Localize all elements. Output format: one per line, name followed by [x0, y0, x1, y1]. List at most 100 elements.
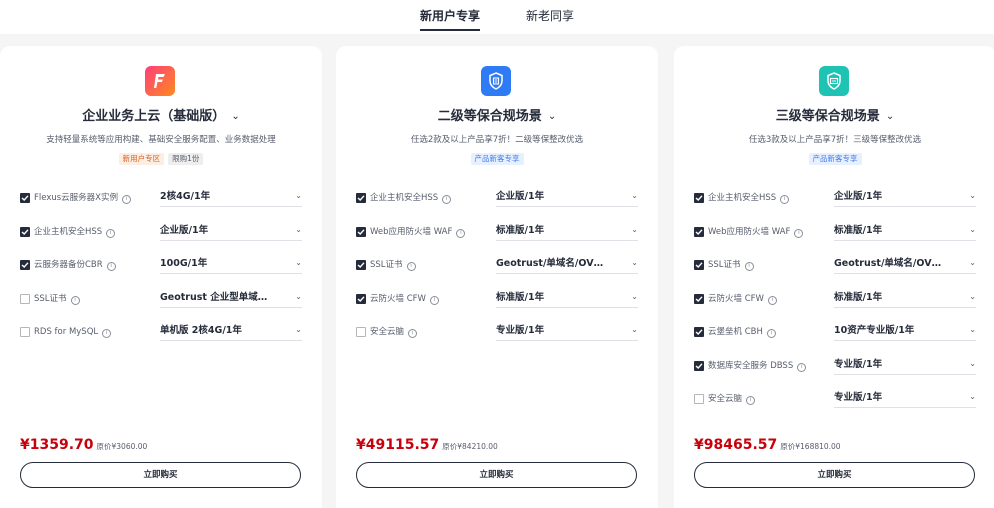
info-icon[interactable]: i: [406, 262, 416, 271]
spec-select[interactable]: 专业版/1年 ⌄: [834, 356, 976, 375]
info-icon[interactable]: i: [746, 396, 756, 405]
info-icon[interactable]: i: [794, 228, 804, 238]
product-checkbox[interactable]: [20, 260, 30, 270]
info-icon[interactable]: i: [70, 295, 80, 305]
chevron-down-icon[interactable]: ⌄: [548, 111, 556, 122]
info-icon[interactable]: i: [442, 195, 452, 204]
product-checkbox[interactable]: [694, 260, 704, 270]
spec-select-value: 标准版/1年: [834, 224, 883, 236]
chevron-down-icon: ⌄: [295, 258, 302, 267]
package-price: ¥1359.70: [20, 437, 94, 453]
package-title-text: 企业业务上云（基础版）: [82, 109, 226, 124]
spec-select[interactable]: 100G/1年 ⌄: [160, 255, 302, 274]
product-row: Flexus云服务器X实例 i 2核4G/1年 ⌄: [20, 186, 302, 220]
info-icon[interactable]: i: [102, 329, 112, 338]
package-description: 支持轻量系统等应用构建、基础安全服务配置、业务数据处理: [46, 135, 276, 145]
product-row: 企业主机安全HSS i 企业版/1年 ⌄: [356, 186, 638, 220]
product-checkbox[interactable]: [356, 260, 366, 270]
spec-select[interactable]: 企业版/1年 ⌄: [160, 222, 302, 241]
chevron-down-icon[interactable]: ⌄: [231, 111, 239, 122]
tab-all-users[interactable]: 新老同享: [526, 0, 574, 31]
spec-select[interactable]: Geotrust 企业型单域… ⌄: [160, 289, 302, 308]
spec-select[interactable]: 标准版/1年 ⌄: [834, 289, 976, 308]
spec-select[interactable]: 企业版/1年 ⌄: [496, 188, 638, 207]
info-icon[interactable]: i: [744, 262, 754, 271]
spec-select[interactable]: 企业版/1年 ⌄: [834, 188, 976, 207]
package-title[interactable]: 三级等保合规场景 ⌄: [674, 108, 994, 126]
spec-select-value: 专业版/1年: [496, 325, 545, 336]
product-label: 云服务器备份CBR i: [34, 258, 116, 272]
product-checkbox[interactable]: [694, 226, 704, 237]
info-icon[interactable]: i: [106, 262, 116, 271]
spec-select[interactable]: 标准版/1年 ⌄: [496, 222, 638, 241]
info-icon[interactable]: i: [106, 228, 116, 238]
product-checkbox[interactable]: [694, 360, 704, 371]
spec-select[interactable]: 标准版/1年 ⌄: [496, 289, 638, 308]
tag-purchase-limit: 限购1份: [168, 153, 204, 165]
product-checkbox[interactable]: [694, 193, 704, 203]
spec-select[interactable]: 单机版 2核4G/1年 ⌄: [160, 322, 302, 341]
product-list: Flexus云服务器X实例 i 2核4G/1年 ⌄ 企业主机安全HSS i 企业版/1…: [20, 186, 302, 354]
product-checkbox[interactable]: [694, 293, 704, 304]
package-description: 任选2款及以上产品享7折！二级等保整改优选: [410, 135, 584, 145]
product-row: Web应用防火墙 WAF i 标准版/1年 ⌄: [694, 220, 976, 254]
info-icon[interactable]: i: [122, 195, 132, 204]
spec-select[interactable]: Geotrust/单域名/OV… ⌄: [496, 255, 638, 274]
product-label-text: Web应用防火墙 WAF: [708, 226, 791, 237]
buy-now-button[interactable]: 立即购买: [356, 462, 637, 488]
tab-new-users[interactable]: 新用户专享: [419, 0, 481, 31]
price-block: ¥1359.70 原价¥3060.00: [20, 434, 147, 453]
product-checkbox[interactable]: [356, 327, 366, 337]
product-row: 云服务器备份CBR i 100G/1年 ⌄: [20, 253, 302, 287]
spec-select[interactable]: 专业版/1年 ⌄: [496, 322, 638, 341]
spec-select[interactable]: Geotrust/单域名/OV… ⌄: [834, 255, 976, 274]
spec-select-value: 单机版 2核4G/1年: [160, 325, 242, 336]
buy-now-button[interactable]: 立即购买: [694, 462, 975, 488]
product-label-text: Flexus云服务器X实例: [34, 193, 119, 203]
product-label: RDS for MySQL i: [34, 325, 112, 339]
product-checkbox[interactable]: [20, 327, 30, 337]
spec-select-value: Geotrust 企业型单域…: [160, 291, 268, 303]
spec-select[interactable]: 2核4G/1年 ⌄: [160, 188, 302, 207]
product-label-text: 企业主机安全HSS: [370, 193, 439, 203]
info-icon[interactable]: i: [797, 362, 807, 372]
spec-select[interactable]: 专业版/1年 ⌄: [834, 389, 976, 408]
info-icon[interactable]: i: [780, 195, 790, 204]
product-label: 企业主机安全HSS i: [370, 191, 452, 205]
spec-select-value: 企业版/1年: [160, 224, 209, 236]
info-icon[interactable]: i: [456, 228, 466, 238]
spec-select[interactable]: 标准版/1年 ⌄: [834, 222, 976, 241]
product-checkbox[interactable]: [694, 394, 704, 404]
tag-new-customer: 产品新客专享: [808, 153, 862, 165]
spec-select-value: 标准版/1年: [496, 224, 545, 236]
info-icon[interactable]: i: [429, 295, 439, 305]
package-title[interactable]: 企业业务上云（基础版） ⌄: [0, 108, 322, 126]
spec-select[interactable]: 10资产专业版/1年 ⌄: [834, 322, 976, 341]
product-label-text: SSL证书: [34, 293, 67, 304]
product-checkbox[interactable]: [356, 226, 366, 237]
package-description: 任选3款及以上产品享7折！三级等保整改优选: [748, 135, 922, 145]
product-checkbox[interactable]: [356, 293, 366, 304]
product-checkbox[interactable]: [356, 193, 366, 203]
chevron-down-icon: ⌄: [295, 224, 302, 234]
info-icon[interactable]: i: [767, 295, 777, 305]
price-block: ¥49115.57 原价¥84210.00: [356, 434, 498, 453]
product-checkbox[interactable]: [20, 293, 30, 304]
chevron-down-icon: ⌄: [295, 325, 302, 334]
product-label: 云堡垒机 CBH i: [708, 325, 776, 339]
product-row: 企业主机安全HSS i 企业版/1年 ⌄: [20, 220, 302, 254]
buy-now-button[interactable]: 立即购买: [20, 462, 301, 488]
product-checkbox[interactable]: [20, 193, 30, 203]
product-checkbox[interactable]: [694, 327, 704, 337]
original-price: 原价¥3060.00: [96, 442, 148, 451]
product-checkbox[interactable]: [20, 226, 30, 237]
chevron-down-icon[interactable]: ⌄: [886, 111, 894, 122]
info-icon[interactable]: i: [766, 329, 776, 338]
product-row: SSL证书 i Geotrust/单域名/OV… ⌄: [694, 253, 976, 287]
spec-select-value: 企业版/1年: [496, 191, 545, 202]
package-card-level2: 二级等保合规场景 ⌄ 任选2款及以上产品享7折！二级等保整改优选 产品新客专享 企…: [336, 46, 658, 508]
spec-select-value: 专业版/1年: [834, 392, 883, 403]
product-label: Web应用防火墙 WAF i: [708, 225, 804, 239]
info-icon[interactable]: i: [408, 329, 418, 338]
package-title[interactable]: 二级等保合规场景 ⌄: [336, 108, 658, 126]
